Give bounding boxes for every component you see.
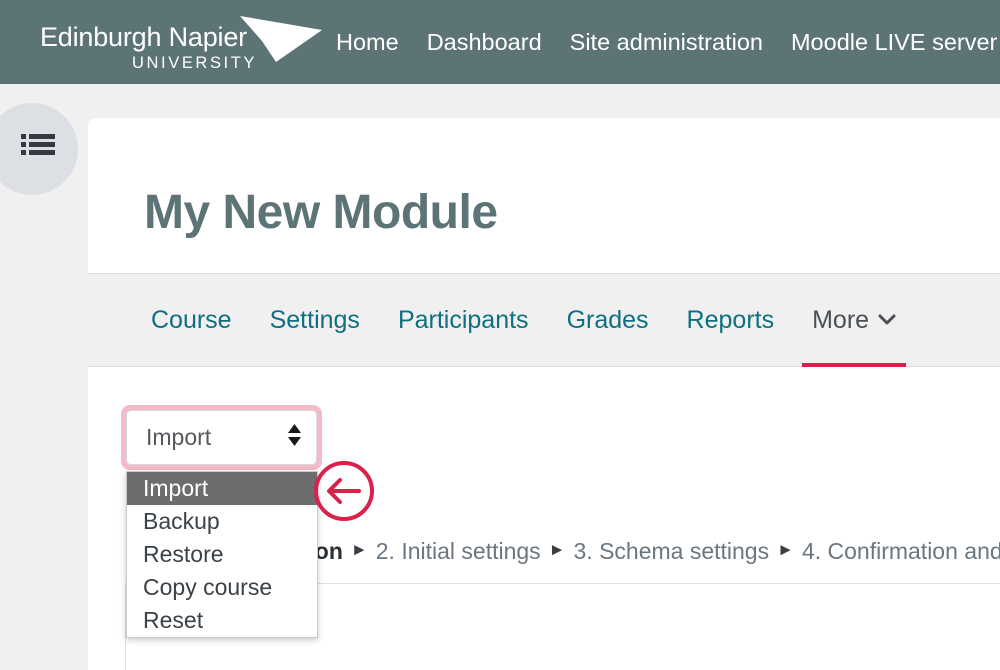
course-index-drawer-toggle[interactable] xyxy=(0,103,78,195)
site-header: Edinburgh Napier UNIVERSITY Home Dashboa… xyxy=(0,0,1000,84)
nav-moodle-live-server[interactable]: Moodle LIVE server xyxy=(777,29,1000,56)
page-title: My New Module xyxy=(144,186,498,239)
dropdown-option-reset[interactable]: Reset xyxy=(127,604,317,637)
list-lines-icon xyxy=(21,133,55,166)
triangle-arrow-logo-icon xyxy=(240,16,322,62)
tab-reports-label: Reports xyxy=(686,305,775,334)
up-down-chevron-icon xyxy=(287,423,302,452)
tab-grades[interactable]: Grades xyxy=(548,274,668,367)
nav-home[interactable]: Home xyxy=(322,29,413,56)
dropdown-option-restore[interactable]: Restore xyxy=(127,538,317,571)
breadcrumb-separator-icon: ► xyxy=(548,540,566,559)
circled-left-arrow-icon xyxy=(314,461,374,521)
dropdown-option-reset-label: Reset xyxy=(143,607,204,633)
dropdown-option-import[interactable]: Import xyxy=(127,472,317,505)
primary-navigation: Home Dashboard Site administration Moodl… xyxy=(322,0,1000,84)
tab-settings-label: Settings xyxy=(269,305,360,334)
breadcrumb-separator-icon: ► xyxy=(777,540,794,559)
tab-participants-label: Participants xyxy=(397,305,529,334)
chevron-down-icon xyxy=(878,304,896,333)
breadcrumb-step-3: 3. Schema settings xyxy=(573,537,770,564)
course-tab-bar: Course Settings Participants Grades Repo… xyxy=(88,273,1000,367)
select-control[interactable]: Import xyxy=(126,410,317,465)
dropdown-option-backup[interactable]: Backup xyxy=(127,505,317,538)
tab-settings[interactable]: Settings xyxy=(251,274,379,367)
nav-site-administration[interactable]: Site administration xyxy=(556,29,777,56)
tab-participants[interactable]: Participants xyxy=(379,274,548,367)
dropdown-option-copy-course[interactable]: Copy course xyxy=(127,571,317,604)
course-action-select[interactable]: Import xyxy=(121,405,322,470)
tab-reports[interactable]: Reports xyxy=(668,274,794,367)
tab-grades-label: Grades xyxy=(566,305,649,334)
moodle-course-import-page: Edinburgh Napier UNIVERSITY Home Dashboa… xyxy=(0,0,1000,670)
dropdown-option-copy-course-label: Copy course xyxy=(143,574,273,600)
course-action-dropdown-list[interactable]: Import Backup Restore Copy course Reset xyxy=(126,471,318,638)
dropdown-option-backup-label: Backup xyxy=(143,508,220,534)
logo-text-primary: Edinburgh Napier xyxy=(40,22,247,52)
dropdown-option-restore-label: Restore xyxy=(143,541,224,567)
select-selected-value: Import xyxy=(146,424,212,450)
nav-dashboard[interactable]: Dashboard xyxy=(413,29,556,56)
tab-course[interactable]: Course xyxy=(132,274,251,367)
main-content-card: My New Module Course Settings Participan… xyxy=(88,118,1000,670)
site-logo[interactable]: Edinburgh Napier UNIVERSITY xyxy=(40,8,322,76)
breadcrumb-step-2: 2. Initial settings xyxy=(375,537,541,564)
breadcrumb-step-4: 4. Confirmation and review xyxy=(801,537,1000,564)
tab-more-label: More xyxy=(812,305,870,334)
tab-more[interactable]: More xyxy=(793,274,915,367)
breadcrumb-separator-icon: ► xyxy=(350,540,368,559)
tab-course-label: Course xyxy=(151,305,232,334)
dropdown-option-import-label: Import xyxy=(143,475,209,501)
